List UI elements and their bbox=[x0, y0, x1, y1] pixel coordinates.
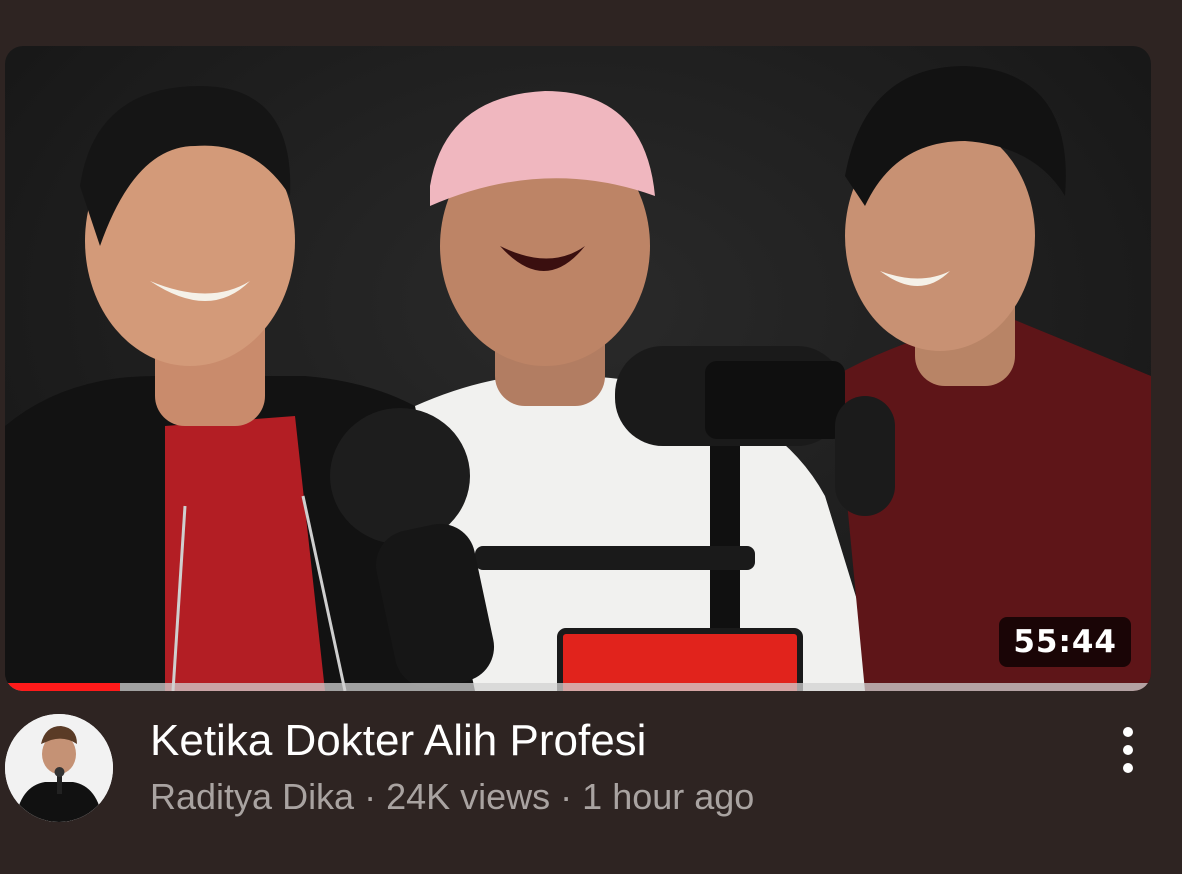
video-meta: Ketika Dokter Alih Profesi Raditya Dika ·… bbox=[0, 712, 1182, 832]
watch-progress-bar bbox=[5, 683, 1151, 691]
separator-dot: · bbox=[560, 776, 573, 817]
upload-age: 1 hour ago bbox=[582, 776, 755, 817]
thumbnail-image bbox=[5, 66, 1151, 691]
watch-progress-fill bbox=[5, 683, 120, 691]
channel-avatar[interactable] bbox=[5, 714, 113, 822]
video-title[interactable]: Ketika Dokter Alih Profesi bbox=[150, 716, 646, 766]
view-count: 24K views bbox=[386, 776, 551, 817]
more-vertical-icon[interactable] bbox=[1108, 720, 1148, 780]
right-person-illustration bbox=[835, 66, 1151, 691]
laptop-illustration bbox=[557, 628, 803, 691]
channel-name[interactable]: Raditya Dika bbox=[150, 776, 354, 817]
duration-badge: 55:44 bbox=[999, 617, 1131, 667]
video-thumbnail[interactable]: 55:44 bbox=[5, 46, 1151, 691]
video-card[interactable]: 55:44 Ketika Dokter Alih Profesi Raditya… bbox=[0, 0, 1182, 874]
video-subtitle: Raditya Dika · 24K views · 1 hour ago bbox=[150, 776, 754, 818]
separator-dot: · bbox=[364, 776, 377, 817]
avatar-image bbox=[5, 714, 113, 822]
